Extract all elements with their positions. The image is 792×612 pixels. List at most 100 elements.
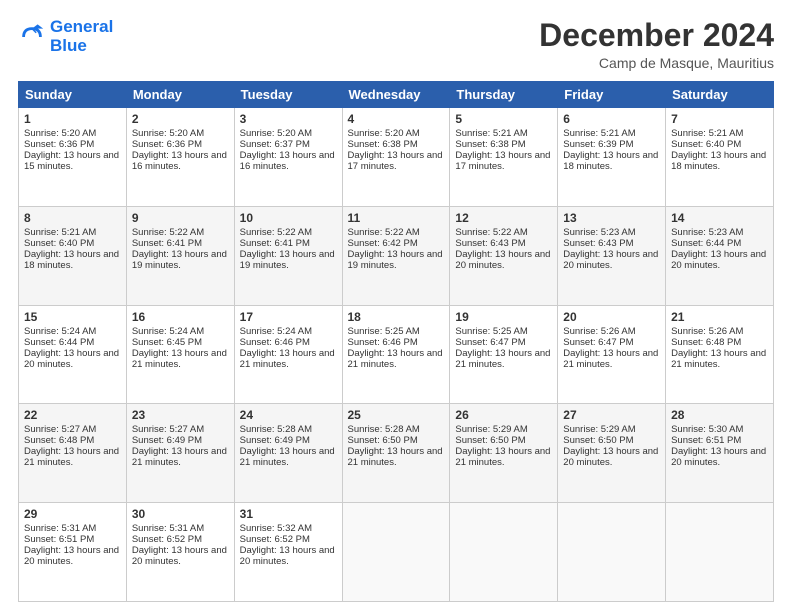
sunset-text: Sunset: 6:40 PM [671, 139, 741, 150]
calendar-cell: 29 Sunrise: 5:31 AM Sunset: 6:51 PM Dayl… [19, 503, 127, 602]
month-title: December 2024 [539, 18, 774, 53]
sunset-text: Sunset: 6:51 PM [671, 435, 741, 446]
day-number: 2 [132, 112, 229, 126]
calendar-cell: 6 Sunrise: 5:21 AM Sunset: 6:39 PM Dayli… [558, 108, 666, 207]
daylight-text: Daylight: 13 hours and 15 minutes. [24, 150, 119, 172]
day-number: 24 [240, 408, 337, 422]
day-number: 20 [563, 310, 660, 324]
calendar-week-row: 1 Sunrise: 5:20 AM Sunset: 6:36 PM Dayli… [19, 108, 774, 207]
sunset-text: Sunset: 6:38 PM [348, 139, 418, 150]
sunrise-text: Sunrise: 5:23 AM [671, 227, 743, 238]
sunrise-text: Sunrise: 5:20 AM [240, 128, 312, 139]
day-number: 17 [240, 310, 337, 324]
calendar-cell: 1 Sunrise: 5:20 AM Sunset: 6:36 PM Dayli… [19, 108, 127, 207]
daylight-text: Daylight: 13 hours and 19 minutes. [132, 249, 227, 271]
sunset-text: Sunset: 6:48 PM [24, 435, 94, 446]
daylight-text: Daylight: 13 hours and 21 minutes. [132, 348, 227, 370]
sunset-text: Sunset: 6:52 PM [132, 534, 202, 545]
daylight-text: Daylight: 13 hours and 21 minutes. [671, 348, 766, 370]
day-number: 16 [132, 310, 229, 324]
daylight-text: Daylight: 13 hours and 20 minutes. [671, 249, 766, 271]
sunset-text: Sunset: 6:44 PM [671, 238, 741, 249]
sunset-text: Sunset: 6:39 PM [563, 139, 633, 150]
calendar-cell: 13 Sunrise: 5:23 AM Sunset: 6:43 PM Dayl… [558, 206, 666, 305]
daylight-text: Daylight: 13 hours and 21 minutes. [455, 348, 550, 370]
sunrise-text: Sunrise: 5:30 AM [671, 424, 743, 435]
sunrise-text: Sunrise: 5:27 AM [132, 424, 204, 435]
calendar-cell [666, 503, 774, 602]
location-subtitle: Camp de Masque, Mauritius [539, 55, 774, 71]
calendar-cell: 8 Sunrise: 5:21 AM Sunset: 6:40 PM Dayli… [19, 206, 127, 305]
calendar-week-row: 22 Sunrise: 5:27 AM Sunset: 6:48 PM Dayl… [19, 404, 774, 503]
daylight-text: Daylight: 13 hours and 19 minutes. [240, 249, 335, 271]
day-number: 6 [563, 112, 660, 126]
daylight-text: Daylight: 13 hours and 19 minutes. [348, 249, 443, 271]
daylight-text: Daylight: 13 hours and 21 minutes. [132, 446, 227, 468]
day-number: 7 [671, 112, 768, 126]
sunrise-text: Sunrise: 5:31 AM [132, 523, 204, 534]
col-saturday: Saturday [666, 82, 774, 108]
day-number: 31 [240, 507, 337, 521]
daylight-text: Daylight: 13 hours and 16 minutes. [240, 150, 335, 172]
sunrise-text: Sunrise: 5:25 AM [348, 326, 420, 337]
sunrise-text: Sunrise: 5:26 AM [671, 326, 743, 337]
calendar-cell: 11 Sunrise: 5:22 AM Sunset: 6:42 PM Dayl… [342, 206, 450, 305]
calendar-cell: 23 Sunrise: 5:27 AM Sunset: 6:49 PM Dayl… [126, 404, 234, 503]
sunrise-text: Sunrise: 5:27 AM [24, 424, 96, 435]
sunrise-text: Sunrise: 5:22 AM [348, 227, 420, 238]
col-monday: Monday [126, 82, 234, 108]
sunset-text: Sunset: 6:43 PM [563, 238, 633, 249]
col-wednesday: Wednesday [342, 82, 450, 108]
sunset-text: Sunset: 6:51 PM [24, 534, 94, 545]
calendar-cell [450, 503, 558, 602]
day-number: 28 [671, 408, 768, 422]
daylight-text: Daylight: 13 hours and 20 minutes. [671, 446, 766, 468]
daylight-text: Daylight: 13 hours and 21 minutes. [240, 348, 335, 370]
sunrise-text: Sunrise: 5:31 AM [24, 523, 96, 534]
sunrise-text: Sunrise: 5:23 AM [563, 227, 635, 238]
calendar-week-row: 15 Sunrise: 5:24 AM Sunset: 6:44 PM Dayl… [19, 305, 774, 404]
sunrise-text: Sunrise: 5:21 AM [563, 128, 635, 139]
calendar-cell: 4 Sunrise: 5:20 AM Sunset: 6:38 PM Dayli… [342, 108, 450, 207]
calendar-cell: 30 Sunrise: 5:31 AM Sunset: 6:52 PM Dayl… [126, 503, 234, 602]
sunrise-text: Sunrise: 5:32 AM [240, 523, 312, 534]
day-number: 4 [348, 112, 445, 126]
calendar-cell: 26 Sunrise: 5:29 AM Sunset: 6:50 PM Dayl… [450, 404, 558, 503]
calendar-cell: 9 Sunrise: 5:22 AM Sunset: 6:41 PM Dayli… [126, 206, 234, 305]
sunset-text: Sunset: 6:41 PM [240, 238, 310, 249]
sunset-text: Sunset: 6:38 PM [455, 139, 525, 150]
calendar-cell: 16 Sunrise: 5:24 AM Sunset: 6:45 PM Dayl… [126, 305, 234, 404]
sunrise-text: Sunrise: 5:29 AM [563, 424, 635, 435]
sunrise-text: Sunrise: 5:26 AM [563, 326, 635, 337]
sunset-text: Sunset: 6:46 PM [240, 337, 310, 348]
daylight-text: Daylight: 13 hours and 21 minutes. [348, 348, 443, 370]
sunset-text: Sunset: 6:49 PM [240, 435, 310, 446]
sunrise-text: Sunrise: 5:21 AM [24, 227, 96, 238]
sunset-text: Sunset: 6:41 PM [132, 238, 202, 249]
calendar-cell: 15 Sunrise: 5:24 AM Sunset: 6:44 PM Dayl… [19, 305, 127, 404]
day-number: 3 [240, 112, 337, 126]
calendar-cell: 18 Sunrise: 5:25 AM Sunset: 6:46 PM Dayl… [342, 305, 450, 404]
sunset-text: Sunset: 6:43 PM [455, 238, 525, 249]
sunset-text: Sunset: 6:49 PM [132, 435, 202, 446]
sunset-text: Sunset: 6:40 PM [24, 238, 94, 249]
sunrise-text: Sunrise: 5:24 AM [132, 326, 204, 337]
calendar-cell: 31 Sunrise: 5:32 AM Sunset: 6:52 PM Dayl… [234, 503, 342, 602]
calendar-cell: 12 Sunrise: 5:22 AM Sunset: 6:43 PM Dayl… [450, 206, 558, 305]
sunrise-text: Sunrise: 5:22 AM [455, 227, 527, 238]
sunset-text: Sunset: 6:52 PM [240, 534, 310, 545]
sunset-text: Sunset: 6:36 PM [132, 139, 202, 150]
sunset-text: Sunset: 6:50 PM [348, 435, 418, 446]
sunrise-text: Sunrise: 5:24 AM [240, 326, 312, 337]
sunset-text: Sunset: 6:46 PM [348, 337, 418, 348]
calendar-cell: 22 Sunrise: 5:27 AM Sunset: 6:48 PM Dayl… [19, 404, 127, 503]
day-number: 26 [455, 408, 552, 422]
page: General Blue December 2024 Camp de Masqu… [0, 0, 792, 612]
calendar-header-row: Sunday Monday Tuesday Wednesday Thursday… [19, 82, 774, 108]
day-number: 8 [24, 211, 121, 225]
sunset-text: Sunset: 6:50 PM [455, 435, 525, 446]
calendar-week-row: 8 Sunrise: 5:21 AM Sunset: 6:40 PM Dayli… [19, 206, 774, 305]
day-number: 11 [348, 211, 445, 225]
col-thursday: Thursday [450, 82, 558, 108]
daylight-text: Daylight: 13 hours and 16 minutes. [132, 150, 227, 172]
